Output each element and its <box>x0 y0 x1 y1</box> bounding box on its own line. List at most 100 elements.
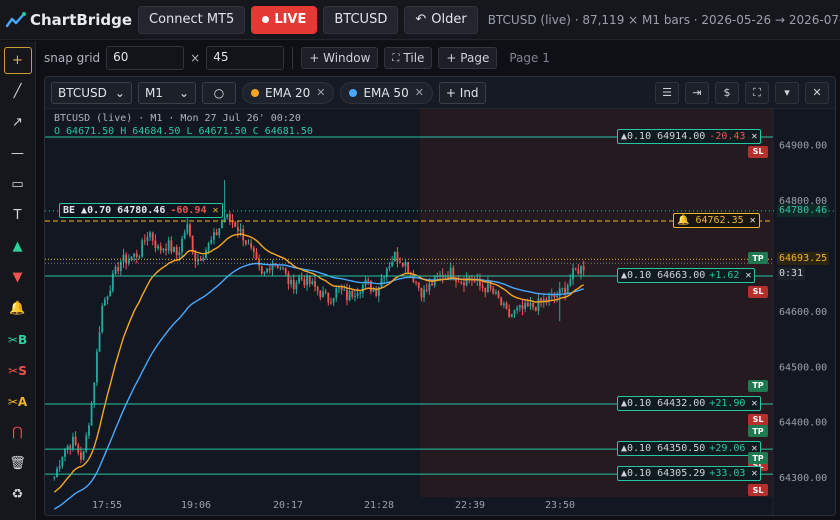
candle-body <box>58 466 61 469</box>
arrow-icon[interactable]: ↗ <box>4 109 32 136</box>
add-window-button[interactable]: + Window <box>301 47 379 69</box>
candle-body <box>327 292 330 303</box>
candle-body <box>215 232 218 236</box>
cut-all-icon[interactable]: ✂A <box>4 388 32 415</box>
close-all-icon[interactable]: ✕ <box>212 205 218 216</box>
magnet-icon[interactable]: ⋂ <box>4 419 32 446</box>
breakeven-label[interactable]: BE ▲0.70 64780.46 -60.94 ✕ <box>59 202 223 218</box>
candle-body <box>117 266 120 272</box>
indicator-ema50[interactable]: EMA 50 ✕ <box>340 81 433 104</box>
candle-body <box>79 452 82 460</box>
older-button[interactable]: ↶ Older <box>404 5 478 34</box>
alert-bell-icon[interactable]: 🔔 <box>4 295 32 322</box>
candle-body <box>492 288 495 294</box>
sell-order-icon[interactable]: ▼ <box>4 264 32 291</box>
breakeven-pnl: -60.94 <box>170 204 207 216</box>
horizontal-line-icon[interactable]: — <box>4 140 32 167</box>
order-label[interactable]: ▲0.10 64432.00 +21.90 ✕ <box>617 395 762 411</box>
candle-body <box>103 299 106 306</box>
order-label[interactable]: ▲0.10 64663.00 +1.62 ✕ <box>617 267 756 283</box>
candle-body <box>306 275 308 286</box>
close-order-icon[interactable]: ✕ <box>751 468 757 479</box>
take-profit-badge[interactable]: TP <box>748 425 768 438</box>
trade-dollar-icon[interactable]: $ <box>715 81 739 104</box>
candle-body <box>404 261 407 267</box>
x-tick-label: 22:39 <box>455 500 485 511</box>
take-profit-badge[interactable]: TP <box>748 379 768 392</box>
candle-body <box>95 351 98 383</box>
candle-body <box>577 269 580 274</box>
indicator-ema20[interactable]: EMA 20 ✕ <box>242 81 335 104</box>
list-icon[interactable]: ☰ <box>655 81 679 104</box>
symbol-button[interactable]: BTCUSD <box>323 5 399 34</box>
remove-indicator-icon[interactable]: ✕ <box>316 86 325 99</box>
add-indicator-button[interactable]: + Ind <box>438 81 486 104</box>
candle-body <box>332 297 335 303</box>
connect-mt5-button[interactable]: Connect MT5 <box>138 5 246 34</box>
close-alert-icon[interactable]: ✕ <box>750 215 756 226</box>
order-label[interactable]: ▲0.10 64350.50 +29.06 ✕ <box>617 441 762 457</box>
circle-icon: ○ <box>213 85 225 100</box>
trend-line-icon[interactable]: ╱ <box>4 78 32 105</box>
chevron-down-icon[interactable]: ▾ <box>775 81 799 104</box>
candle-body <box>380 278 383 287</box>
candle-body <box>173 247 175 252</box>
y-tick-label: 64500.00 <box>779 362 827 373</box>
candle-body <box>521 305 524 309</box>
candle-body <box>428 283 431 291</box>
snap-x-input[interactable]: 60 <box>106 46 185 70</box>
price-alert-label[interactable]: 🔔 64762.35 ✕ <box>673 212 760 228</box>
rectangle-icon[interactable]: ▭ <box>4 171 32 198</box>
close-order-icon[interactable]: ✕ <box>745 270 751 281</box>
order-pnl: -20.43 <box>709 130 746 142</box>
trash-icon[interactable]: 🗑 <box>4 450 32 477</box>
order-label[interactable]: ▲0.10 64305.29 +33.03 ✕ <box>617 466 762 482</box>
close-window-icon[interactable]: ✕ <box>805 81 829 104</box>
stop-loss-badge[interactable]: SL <box>748 484 768 497</box>
x-tick-label: 23:50 <box>545 500 575 511</box>
buy-order-icon[interactable]: ▲ <box>4 233 32 260</box>
stop-loss-badge[interactable]: SL <box>748 145 768 158</box>
candle-body <box>375 289 378 296</box>
text-icon[interactable]: T <box>4 202 32 229</box>
divider <box>292 47 294 69</box>
stop-loss-badge[interactable]: SL <box>748 285 768 298</box>
candle-body <box>399 261 402 263</box>
candle-body <box>322 291 324 298</box>
symbol-select[interactable]: BTCUSD ⌄ <box>51 81 132 104</box>
candle-body <box>290 280 293 285</box>
close-order-icon[interactable]: ✕ <box>751 131 757 142</box>
candle-body <box>340 287 343 291</box>
timeframe-select-value: M1 <box>144 85 163 100</box>
candle-body <box>282 267 285 269</box>
candle-body <box>284 268 287 274</box>
snap-y-input[interactable]: 45 <box>206 46 285 70</box>
candle-body <box>319 290 322 298</box>
cut-buy-icon[interactable]: ✂B <box>4 326 32 353</box>
timeframe-select[interactable]: M1 ⌄ <box>137 81 197 104</box>
maximize-icon[interactable]: ⛶ <box>745 81 769 104</box>
take-profit-badge[interactable]: TP <box>748 452 768 465</box>
close-order-icon[interactable]: ✕ <box>751 398 757 409</box>
remove-indicator-icon[interactable]: ✕ <box>415 86 424 99</box>
order-size-price: ▲0.10 64663.00 <box>621 269 706 281</box>
live-button[interactable]: LIVE <box>251 5 318 34</box>
crosshair-icon[interactable]: + <box>3 47 32 74</box>
cut-sell-icon[interactable]: ✂S <box>4 357 32 384</box>
page-indicator: Page 1 <box>509 51 550 65</box>
tile-button[interactable]: ⛶ Tile <box>384 47 433 69</box>
chart-type-button[interactable]: ○ <box>202 81 237 104</box>
recycle-icon[interactable]: ♻ <box>4 481 32 508</box>
candle-body <box>74 436 77 445</box>
order-label[interactable]: ▲0.10 64914.00 -20.43 ✕ <box>617 128 762 144</box>
take-profit-badge[interactable]: TP <box>748 252 768 265</box>
candle-body <box>143 240 146 242</box>
session-highlight-region <box>420 109 773 497</box>
candle-body <box>287 273 290 285</box>
candle-body <box>508 309 511 317</box>
candle-body <box>505 303 508 310</box>
candle-body <box>72 436 74 449</box>
x-tick-label: 17:55 <box>92 500 122 511</box>
add-page-button[interactable]: + Page <box>438 47 498 69</box>
scroll-to-end-icon[interactable]: ⇥ <box>685 81 709 104</box>
